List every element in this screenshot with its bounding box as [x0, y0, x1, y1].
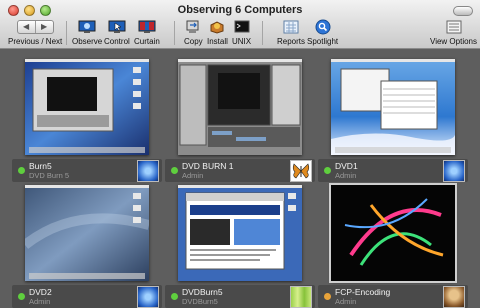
- computer-subtitle: DVD Burn 5: [29, 171, 70, 180]
- previous-next-label: Previous / Next: [8, 37, 63, 46]
- blue-snowflake-icon: [137, 160, 159, 182]
- view-options-button[interactable]: View Options: [430, 19, 477, 46]
- observe-label: Observe: [72, 37, 103, 46]
- view-options-label: View Options: [430, 37, 477, 46]
- computer-grid: Burn5 DVD Burn 5 DVD BURN 1 Admin DVD1 A…: [0, 49, 480, 308]
- computer-name: DVD BURN 1: [182, 161, 234, 171]
- computer-info-bar: DVD1 Admin: [318, 159, 468, 182]
- dog-icon: [443, 286, 465, 308]
- screen-thumbnail[interactable]: [25, 59, 149, 155]
- status-indicator: [171, 293, 178, 300]
- computer-info-bar: FCP-Encoding Admin: [318, 285, 468, 308]
- observe-button[interactable]: Observe: [72, 19, 102, 46]
- curtain-icon: [138, 20, 156, 33]
- spotlight-label: Spotlight: [307, 37, 339, 46]
- control-label: Control: [104, 37, 130, 46]
- status-indicator: [18, 167, 25, 174]
- computer-name: FCP-Encoding: [335, 287, 391, 297]
- computer-subtitle: Admin: [335, 297, 357, 306]
- computer-info-bar: DVDBurn5 DVDBurn5: [165, 285, 315, 308]
- toolbar-separator: [262, 21, 263, 45]
- screen-preview: [25, 185, 149, 281]
- spotlight-icon: [315, 19, 331, 35]
- install-icon: [210, 21, 224, 34]
- curtain-button[interactable]: Curtain: [134, 19, 160, 46]
- reports-button[interactable]: Reports: [277, 19, 305, 46]
- screen-preview: [178, 59, 302, 155]
- screen-thumbnail[interactable]: [25, 185, 149, 281]
- computer-subtitle: Admin: [335, 171, 357, 180]
- previous-arrow-icon[interactable]: ◀: [18, 21, 35, 33]
- next-arrow-icon[interactable]: ▶: [34, 21, 53, 33]
- unix-button[interactable]: UNIX: [232, 19, 251, 46]
- screen-thumbnail[interactable]: [329, 183, 457, 283]
- observe-icon: [78, 20, 96, 33]
- screen-thumbnail[interactable]: [178, 59, 302, 155]
- reports-icon: [283, 20, 299, 34]
- computer-name: DVD2: [29, 287, 52, 297]
- curtain-label: Curtain: [134, 37, 160, 46]
- status-indicator: [324, 293, 331, 300]
- terminal-icon: [234, 20, 250, 33]
- status-indicator: [18, 293, 25, 300]
- computer-info-bar: Burn5 DVD Burn 5: [12, 159, 162, 182]
- computer-name: DVD1: [335, 161, 358, 171]
- blue-snowflake-icon: [137, 286, 159, 308]
- computer-name: Burn5: [29, 161, 52, 171]
- computer-name: DVDBurn5: [182, 287, 223, 297]
- window-title: Observing 6 Computers: [177, 4, 303, 16]
- computer-subtitle: Admin: [29, 297, 51, 306]
- status-indicator: [171, 167, 178, 174]
- spotlight-button[interactable]: Spotlight: [307, 19, 338, 46]
- screen-preview: [178, 185, 302, 281]
- reports-label: Reports: [277, 37, 306, 46]
- computer-info-bar: DVD2 Admin: [12, 285, 162, 308]
- install-button[interactable]: Install: [207, 19, 228, 46]
- control-icon: [108, 20, 126, 33]
- computer-subtitle: Admin: [182, 171, 204, 180]
- control-button[interactable]: Control: [104, 19, 130, 46]
- screen-preview: [25, 59, 149, 155]
- install-label: Install: [207, 37, 228, 46]
- butterfly-icon: [290, 160, 312, 182]
- toolbar-toggle-button[interactable]: [453, 6, 473, 16]
- screen-preview: [331, 59, 455, 155]
- screen-thumbnail[interactable]: [178, 185, 302, 281]
- title-bar: Observing 6 Computers ◀ ▶ Previous / Nex…: [0, 0, 480, 49]
- view-options-icon: [446, 20, 461, 34]
- screen-preview: [331, 185, 455, 281]
- unix-label: UNIX: [232, 37, 252, 46]
- bamboo-icon: [290, 286, 312, 308]
- toolbar-separator: [174, 21, 175, 45]
- computer-subtitle: DVDBurn5: [182, 297, 218, 306]
- status-indicator: [324, 167, 331, 174]
- previous-next-control[interactable]: ◀ ▶ Previous / Next: [8, 19, 62, 46]
- toolbar-separator: [66, 21, 67, 45]
- copy-button[interactable]: Copy: [184, 19, 203, 46]
- copy-label: Copy: [184, 37, 203, 46]
- remote-desktop-window: Observing 6 Computers ◀ ▶ Previous / Nex…: [0, 0, 480, 308]
- blue-snowflake-icon: [443, 160, 465, 182]
- copy-icon: [186, 20, 199, 33]
- computer-info-bar: DVD BURN 1 Admin: [165, 159, 315, 182]
- screen-thumbnail[interactable]: [331, 59, 455, 155]
